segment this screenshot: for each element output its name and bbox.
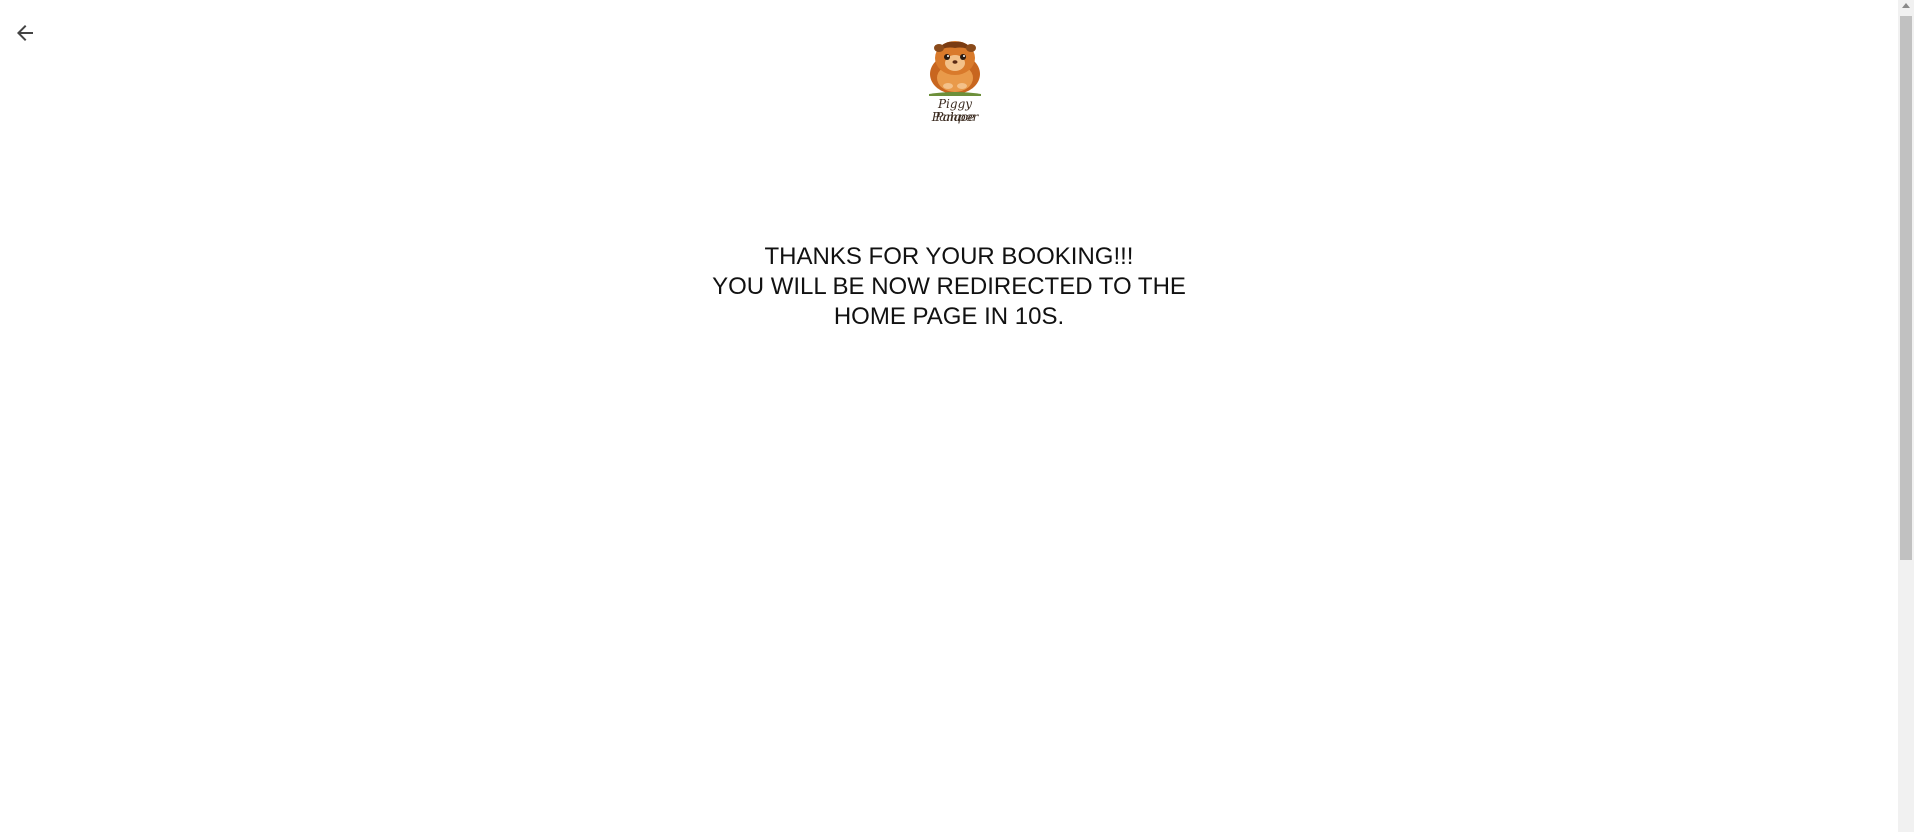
confirmation-message: THANKS FOR YOUR BOOKING!!! YOU WILL BE N… <box>0 242 1898 332</box>
message-line: YOU WILL BE NOW REDIRECTED TO THE <box>712 273 1186 300</box>
logo[interactable]: Piggy Pamper Palace <box>915 36 995 132</box>
message-line: HOME PAGE IN 10S. <box>833 303 1065 330</box>
vertical-scrollbar[interactable] <box>1898 0 1914 832</box>
logo-text-line2: Palace <box>935 110 975 124</box>
back-button[interactable] <box>10 18 40 48</box>
guinea-pig-logo-image <box>929 41 981 96</box>
arrow-left-icon <box>17 25 33 41</box>
booking-confirmation-page: Piggy Pamper Palace THANKS FOR YOUR BOOK… <box>0 0 1914 832</box>
scroll-up-arrow-icon[interactable] <box>1902 3 1910 8</box>
scrollbar-thumb[interactable] <box>1900 16 1912 560</box>
message-line: THANKS FOR YOUR BOOKING!!! <box>764 243 1134 270</box>
